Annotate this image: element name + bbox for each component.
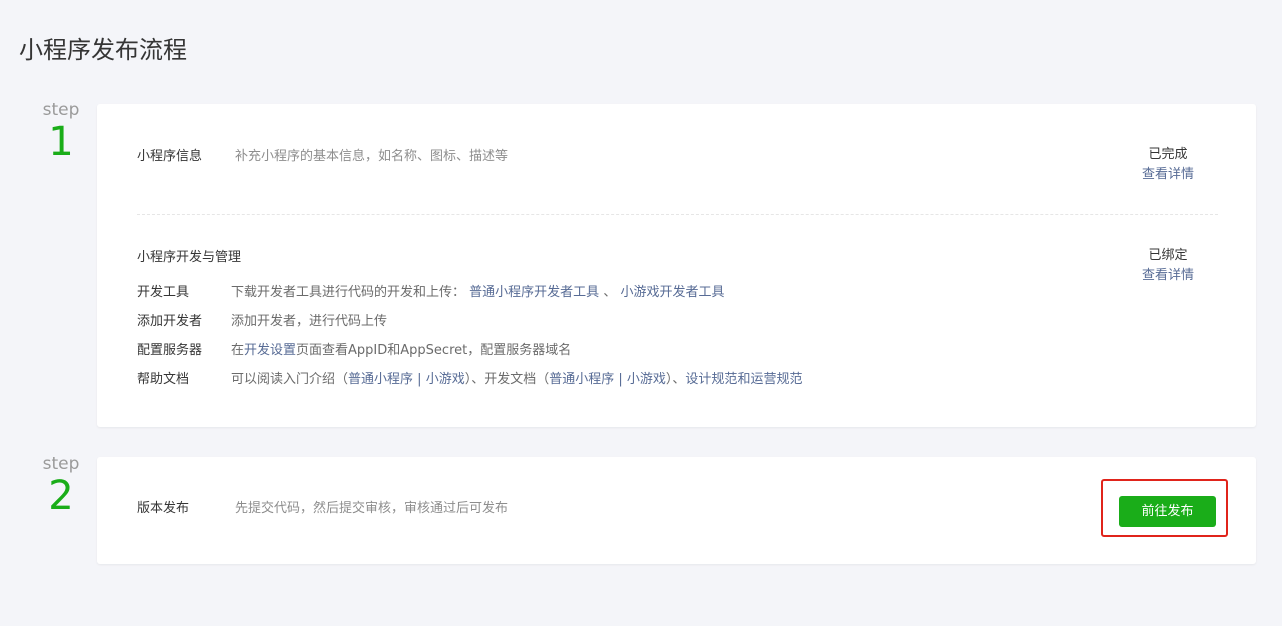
dev-tools-desc: 下载开发者工具进行代码的开发和上传： [231,285,466,300]
dev-management-status: 已绑定 查看详情 [1142,246,1194,286]
step-1-marker: step 1 [30,101,92,163]
dev-tools-label: 开发工具 [137,285,190,300]
page-title: 小程序发布流程 [19,36,187,64]
help-docs-pipe-2: | [614,372,627,387]
step-2-number: 2 [48,473,74,519]
design-guidelines-link[interactable]: 设计规范 [685,372,737,387]
dev-view-details-link[interactable]: 查看详情 [1142,266,1194,286]
config-server-post: 页面查看AppID和AppSecret，配置服务器域名 [296,343,572,358]
dev-management-title: 小程序开发与管理 [137,250,242,265]
config-server-row: 配置服务器 在开发设置页面查看AppID和AppSecret，配置服务器域名 [137,342,571,360]
config-server-pre: 在 [231,343,245,358]
mini-program-devtools-link[interactable]: 普通小程序开发者工具 [469,285,599,300]
step-2-marker: step 2 [30,455,92,517]
mini-program-info-label: 小程序信息 [137,149,203,164]
mini-program-info-row: 小程序信息 补充小程序的基本信息，如名称、图标、描述等 [137,148,508,166]
step-1-word: step [42,100,80,120]
go-publish-button[interactable]: 前往发布 [1119,496,1216,527]
operation-guidelines-link[interactable]: 运营规范 [750,372,802,387]
mini-program-info-desc: 补充小程序的基本信息，如名称、图标、描述等 [235,149,509,164]
info-status-text: 已完成 [1148,147,1188,162]
help-docs-label: 帮助文档 [137,372,190,387]
step-1-card: 小程序信息 补充小程序的基本信息，如名称、图标、描述等 已完成 查看详情 小程序开… [97,104,1256,427]
config-server-label: 配置服务器 [137,343,203,358]
mini-game-devtools-link[interactable]: 小游戏开发者工具 [620,285,724,300]
version-release-desc: 先提交代码，然后提交审核，审核通过后可发布 [235,501,509,516]
step-2-card: 版本发布 先提交代码，然后提交审核，审核通过后可发布 [97,457,1256,564]
add-developer-desc: 添加开发者，进行代码上传 [231,314,388,329]
help-docs-text-3: ）、开发文档（ [464,372,550,387]
mini-program-info-status: 已完成 查看详情 [1142,145,1194,185]
docs-mini-program-link[interactable]: 普通小程序 [549,372,614,387]
dev-settings-link[interactable]: 开发设置 [244,343,296,358]
help-docs-and: 和 [737,372,751,387]
intro-mini-program-link[interactable]: 普通小程序 [348,372,413,387]
dev-tools-separator: 、 [603,285,617,300]
dev-status-text: 已绑定 [1148,248,1188,263]
help-docs-text-1: 可以阅读入门介绍（ [231,372,349,387]
step-2-word: step [42,454,80,474]
info-view-details-link[interactable]: 查看详情 [1142,165,1194,185]
docs-mini-game-link[interactable]: 小游戏 [627,372,666,387]
help-docs-row: 帮助文档 可以阅读入门介绍（普通小程序 | 小游戏）、开发文档（普通小程序 | 小… [137,371,802,389]
help-docs-pipe-1: | [413,372,426,387]
dev-tools-row: 开发工具 下载开发者工具进行代码的开发和上传： 普通小程序开发者工具 、 小游戏开… [137,284,724,302]
help-docs-text-5: ）、 [665,372,686,387]
add-developer-label: 添加开发者 [137,314,203,329]
section-divider [137,214,1218,215]
version-release-label: 版本发布 [137,501,190,516]
intro-mini-game-link[interactable]: 小游戏 [426,372,465,387]
add-developer-row: 添加开发者 添加开发者，进行代码上传 [137,313,387,331]
version-release-row: 版本发布 先提交代码，然后提交审核，审核通过后可发布 [137,500,508,518]
step-1-number: 1 [48,119,74,165]
